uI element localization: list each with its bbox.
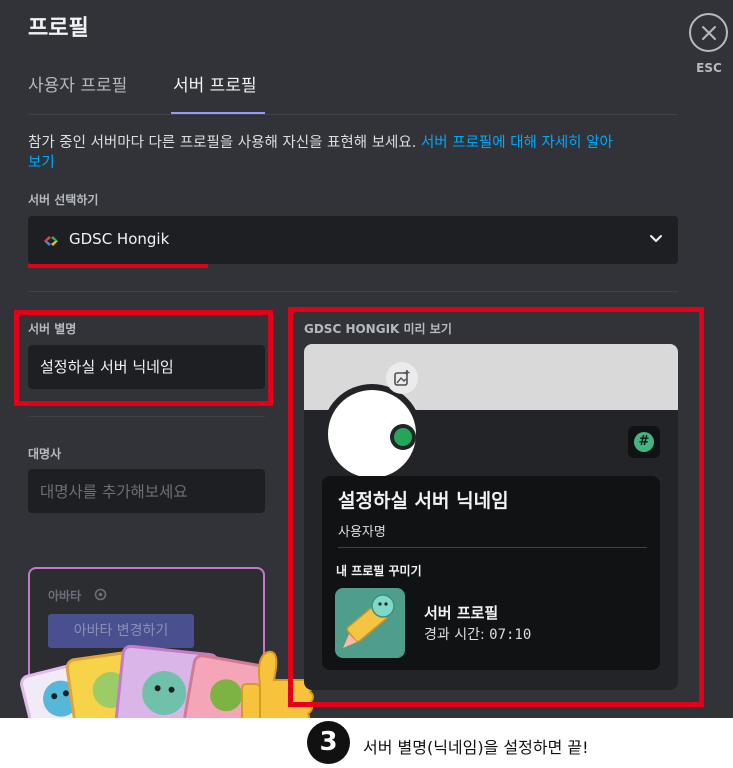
server-badge: # [628, 426, 660, 458]
server-select-dropdown[interactable]: GDSC Hongik [28, 216, 678, 264]
pronouns-input[interactable]: 대명사를 추가해보세요 [28, 469, 265, 513]
description: 참가 중인 서버마다 다른 프로필을 사용해 자신을 표현해 보세요. 서버 프… [28, 135, 613, 171]
gdsc-logo-icon [44, 236, 58, 246]
nickname-divider [28, 416, 265, 417]
activity-title: 서버 프로필 [424, 604, 499, 622]
change-avatar-button[interactable]: 아바타 변경하기 [48, 614, 194, 648]
tab-divider [28, 114, 678, 115]
step-number-badge: 3 [307, 721, 350, 764]
add-image-icon [394, 370, 410, 386]
close-icon [701, 25, 716, 40]
highlight-underline [28, 264, 208, 268]
server-select-label: 서버 선택하기 [28, 193, 99, 207]
avatar-title: 아바타 [48, 589, 82, 603]
online-status-indicator [394, 428, 412, 446]
preview-username: 사용자명 [338, 525, 386, 540]
pencil-character-icon [343, 594, 395, 648]
preview-display-name: 설정하실 서버 닉네임 [338, 490, 509, 512]
activity-elapsed: 경과 시간: 07:10 [424, 627, 532, 643]
nickname-input[interactable]: 설정하실 서버 닉네임 [28, 345, 265, 389]
customize-profile-title: 내 프로필 꾸미기 [336, 564, 422, 578]
add-image-button[interactable] [386, 362, 418, 394]
activity-time: 07:10 [489, 627, 532, 643]
activity-image [335, 588, 405, 658]
tab-server-profile[interactable]: 서버 프로필 [173, 71, 257, 96]
nickname-label: 서버 별명 [28, 322, 77, 336]
esc-label: ESC [696, 61, 722, 75]
section-divider [28, 291, 678, 292]
instruction-caption: 서버 별명(닉네임)을 설정하면 끝! [363, 738, 589, 757]
sticker-pile-image [20, 645, 265, 718]
preview-label: GDSC HONGIK 미리 보기 [304, 322, 452, 336]
selected-server-name: GDSC Hongik [69, 230, 170, 248]
popout-divider [338, 547, 647, 548]
tab-user-profile[interactable]: 사용자 프로필 [28, 71, 127, 96]
profile-popout: 설정하실 서버 닉네임 사용자명 내 프로필 꾸미기 서버 프로필 경과 시간:… [322, 476, 660, 670]
chevron-down-icon [650, 235, 662, 242]
close-button[interactable] [689, 13, 728, 52]
page-title: 프로필 [28, 16, 89, 41]
learn-more-link-cont[interactable]: 보기 [28, 155, 55, 171]
nitro-icon [94, 588, 107, 601]
learn-more-link[interactable]: 서버 프로필에 대해 자세히 알아 [421, 135, 613, 151]
hashtag-icon: # [634, 432, 654, 452]
pronouns-label: 대명사 [28, 447, 62, 461]
